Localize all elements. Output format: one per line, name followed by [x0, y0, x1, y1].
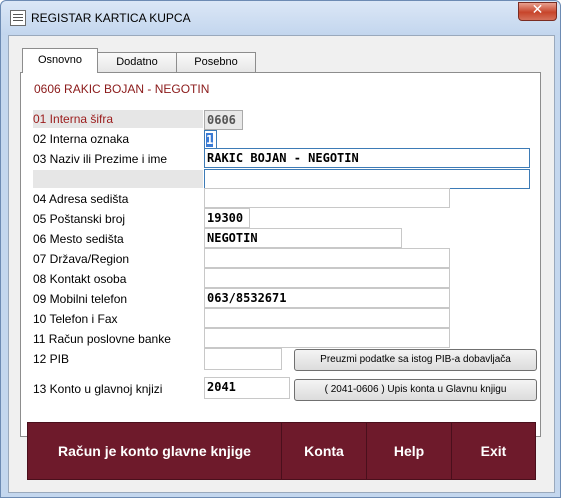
kontakt-field[interactable]: [204, 268, 450, 288]
postanski-broj-field[interactable]: 19300: [204, 208, 250, 228]
title-bar[interactable]: REGISTAR KARTICA KUPCA ✕: [1, 1, 560, 35]
label-kontakt: 08 Kontakt osoba: [33, 272, 127, 286]
label-mesto: 06 Mesto sedišta: [33, 232, 124, 246]
label-mobilni: 09 Mobilni telefon: [33, 292, 128, 306]
tab-osnovno[interactable]: Osnovno: [22, 48, 98, 73]
close-button[interactable]: ✕: [518, 2, 557, 21]
label-interna-sifra: 01 Interna šifra: [33, 110, 203, 128]
tab-label: Osnovno: [37, 54, 83, 66]
app-window: REGISTAR KARTICA KUPCA ✕ Osnovno Dodatno…: [0, 0, 561, 498]
naziv-field-line2[interactable]: [204, 169, 530, 189]
interna-sifra-field[interactable]: 0606: [204, 110, 243, 130]
window-title: REGISTAR KARTICA KUPCA: [31, 11, 191, 25]
konto-field[interactable]: 2041: [204, 377, 290, 399]
close-icon: ✕: [531, 2, 544, 18]
preuzmi-podatke-button[interactable]: Preuzmi podatke sa istog PIB-a dobavljač…: [294, 349, 537, 371]
record-header: 0606 RAKIC BOJAN - NEGOTIN: [34, 82, 210, 96]
exit-button[interactable]: Exit: [451, 422, 536, 480]
mesto-field[interactable]: NEGOTIN: [204, 228, 402, 248]
label-naziv: 03 Naziv ili Prezime i ime: [33, 152, 168, 166]
upis-konta-button[interactable]: ( 2041-0606 ) Upis konta u Glavnu knjigu: [294, 379, 537, 401]
label-interna-oznaka: 02 Interna oznaka: [33, 132, 130, 146]
label-postanski-broj: 05 Poštanski broj: [33, 212, 126, 226]
drzava-field[interactable]: [204, 248, 450, 268]
label-drzava: 07 Država/Region: [33, 252, 130, 266]
adresa-field[interactable]: [204, 188, 450, 208]
tab-posebno[interactable]: Posebno: [176, 52, 256, 72]
tab-label: Posebno: [194, 56, 238, 68]
label-pib: 12 PIB: [33, 352, 70, 366]
konta-button[interactable]: Konta: [281, 422, 367, 480]
client-area: Osnovno Dodatno Posebno 0606 RAKIC BOJAN…: [8, 35, 555, 493]
label-adresa: 04 Adresa sedišta: [33, 192, 129, 206]
label-konto: 13 Konto u glavnoj knjizi: [33, 382, 163, 396]
tab-panel-osnovno: 0606 RAKIC BOJAN - NEGOTIN 01 Interna ši…: [20, 72, 541, 437]
pib-field[interactable]: [204, 348, 282, 370]
interna-oznaka-field[interactable]: 1: [204, 130, 217, 150]
tab-dodatno[interactable]: Dodatno: [97, 52, 177, 72]
interna-oznaka-value: 1: [206, 133, 214, 147]
label-racun-banke: 11 Račun poslovne banke: [33, 332, 171, 346]
app-table-icon: [10, 10, 26, 26]
help-button[interactable]: Help: [366, 422, 452, 480]
racun-banke-field[interactable]: [204, 328, 450, 348]
telefon-field[interactable]: [204, 308, 450, 328]
tab-label: Dodatno: [116, 56, 158, 68]
mobilni-field[interactable]: 063/8532671: [204, 288, 450, 308]
racun-konto-button[interactable]: Račun je konto glavne knjige: [27, 422, 282, 480]
label-telefon: 10 Telefon i Fax: [33, 312, 118, 326]
naziv-field[interactable]: RAKIC BOJAN - NEGOTIN: [204, 148, 530, 168]
label-naziv-blank: [33, 170, 203, 188]
